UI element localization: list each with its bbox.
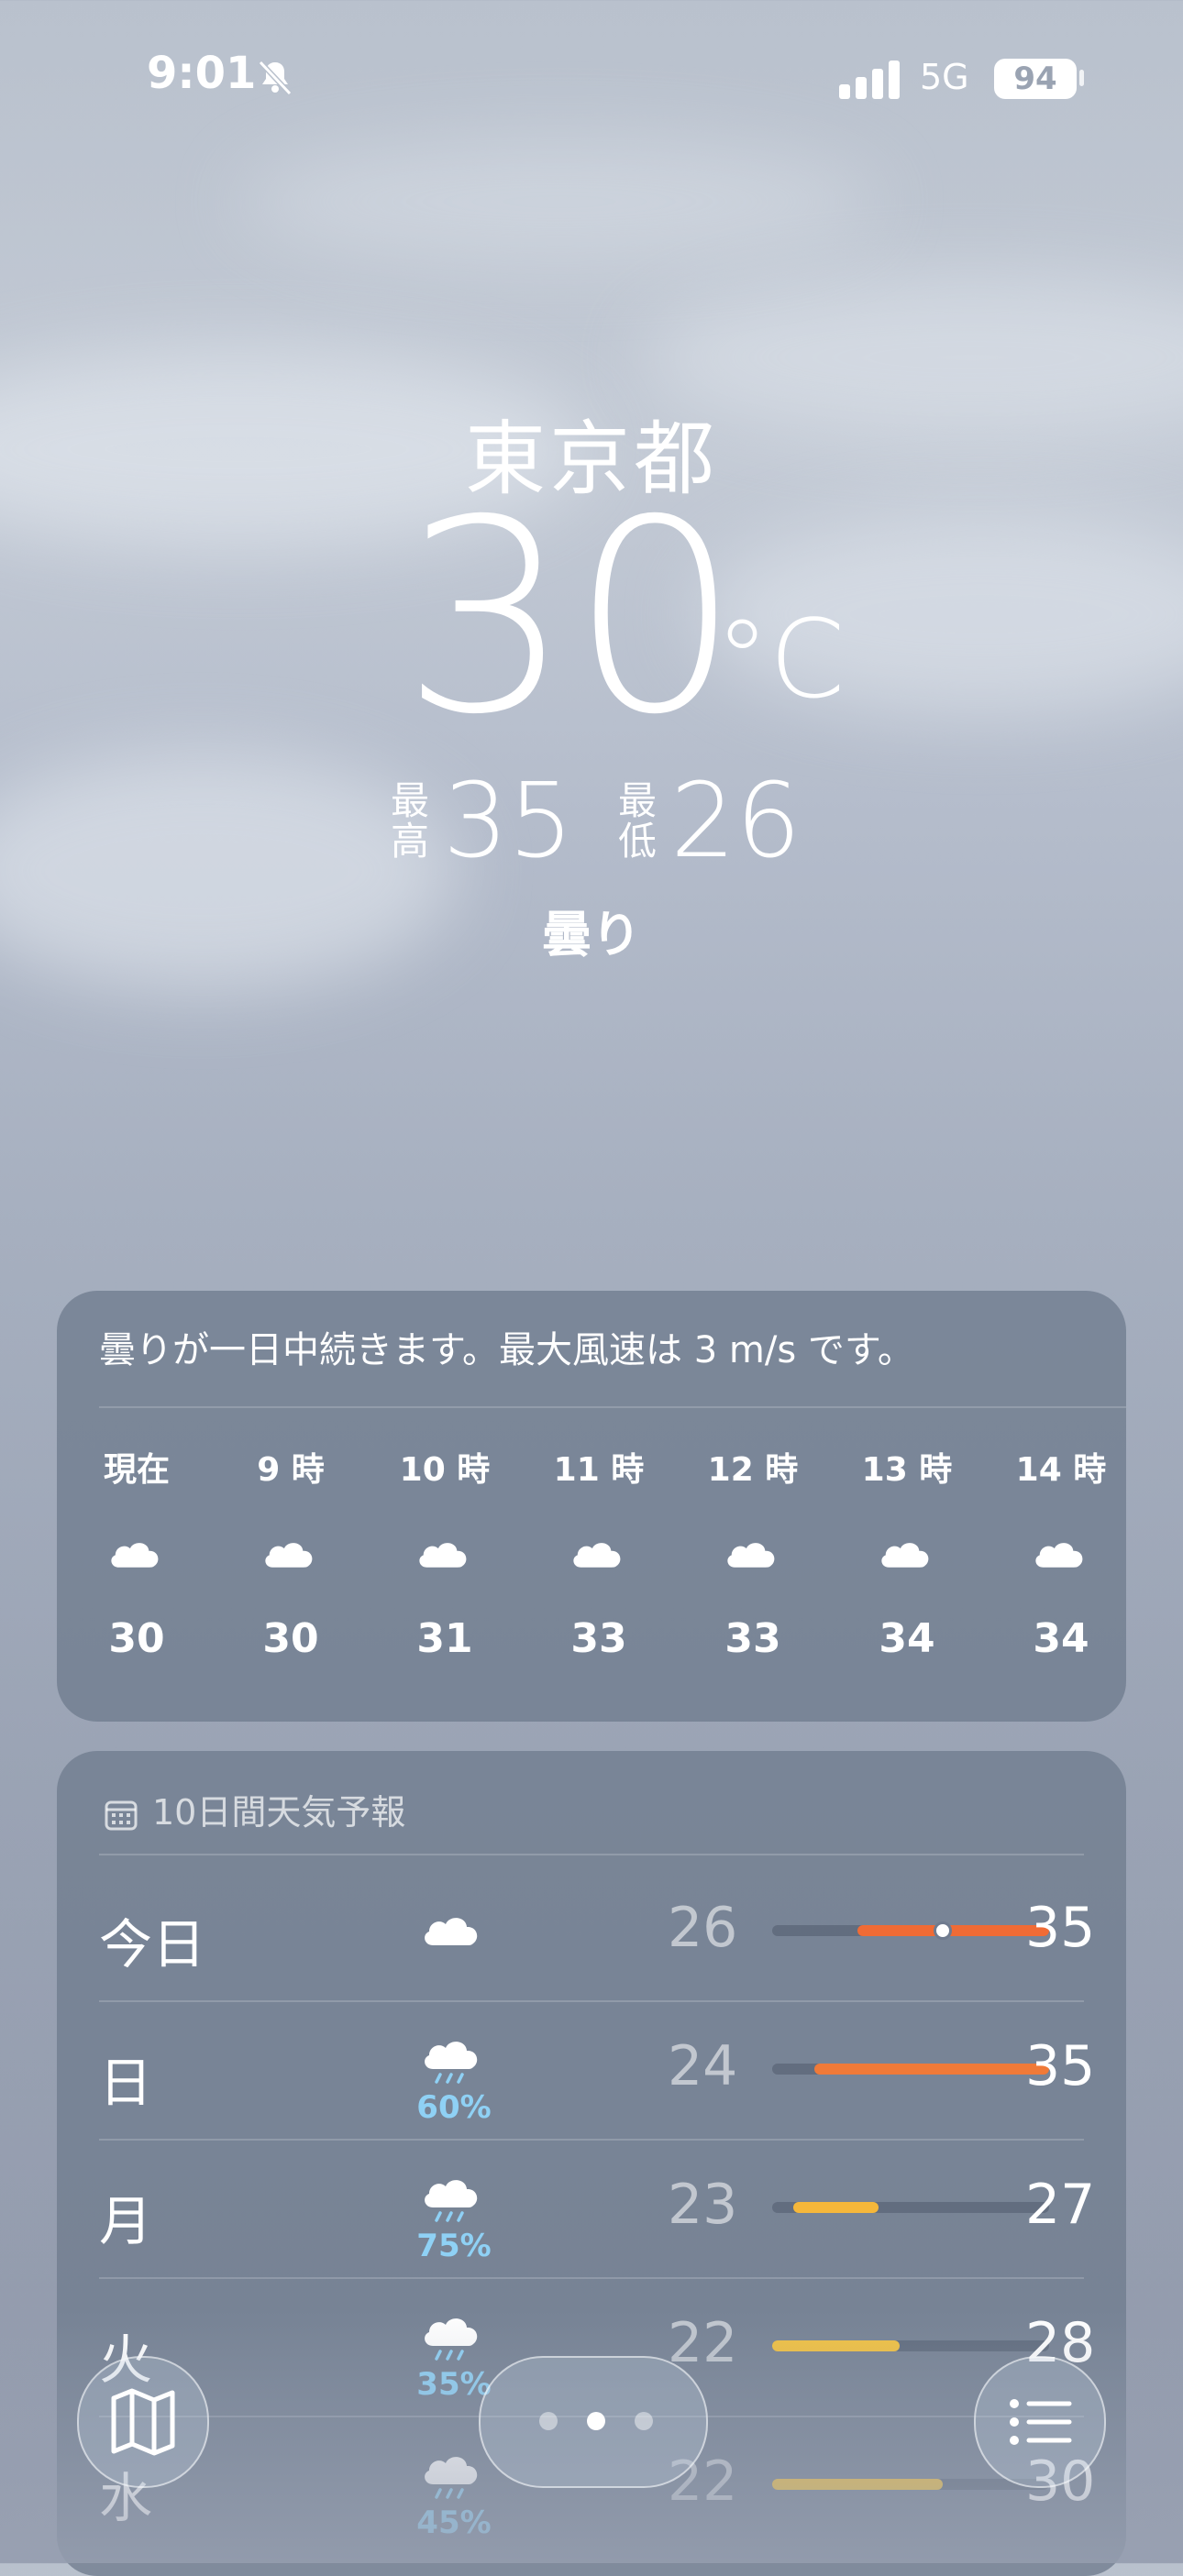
high-temp: 35 bbox=[1025, 1896, 1096, 1960]
current-temp-block: 30 °C bbox=[0, 486, 1183, 752]
low-temp: 23 bbox=[668, 2173, 738, 2237]
hour-temp: 33 bbox=[724, 1615, 781, 1662]
hour-temp: 30 bbox=[262, 1615, 319, 1662]
battery-icon: 94 bbox=[994, 59, 1077, 99]
temp-range-fill bbox=[857, 1925, 1049, 1936]
high-label: 最 高 bbox=[390, 778, 429, 864]
bell-slash-icon bbox=[258, 60, 293, 96]
cloud-icon bbox=[875, 1535, 939, 1577]
status-bar: 9:01 5G 94 bbox=[0, 0, 1183, 156]
cloud-icon bbox=[418, 1909, 488, 1960]
forecast-title-text: 10日間天気予報 bbox=[152, 1792, 406, 1833]
forecast-row[interactable]: 日 60% 24 35 bbox=[99, 2001, 1095, 2141]
hour-label: 14 時 bbox=[1015, 1451, 1107, 1489]
current-temp: 30 bbox=[402, 464, 741, 773]
high-temp: 35 bbox=[1025, 2034, 1096, 2098]
battery-nub bbox=[1079, 70, 1084, 86]
day-label: 月 bbox=[99, 2190, 153, 2252]
hour-temp: 33 bbox=[570, 1615, 627, 1662]
high-low: 最 高 35 最 低 26 bbox=[390, 762, 812, 881]
status-time: 9:01 bbox=[147, 48, 257, 99]
cloud-icon bbox=[721, 1535, 785, 1577]
battery-level: 94 bbox=[1013, 61, 1057, 97]
map-button[interactable] bbox=[77, 2356, 209, 2488]
day-label: 日 bbox=[99, 2052, 153, 2114]
page-indicator[interactable] bbox=[479, 2356, 708, 2488]
page-dot bbox=[539, 2412, 558, 2430]
forecast-title: 10日間天気予報 bbox=[105, 1784, 405, 1834]
temp-range-bar bbox=[772, 2064, 1049, 2075]
cloud-icon bbox=[1029, 1535, 1093, 1577]
hour-label: 現在 bbox=[103, 1451, 170, 1489]
low-temp: 26 bbox=[668, 1896, 738, 1960]
low-temp: 26 bbox=[670, 762, 802, 881]
divider bbox=[99, 1406, 1126, 1408]
hour-temp: 34 bbox=[879, 1615, 935, 1662]
signal-icon bbox=[839, 61, 900, 99]
condition-text: 曇り bbox=[542, 906, 641, 963]
current-temp-marker bbox=[933, 1921, 952, 1940]
high-temp: 27 bbox=[1025, 2173, 1096, 2237]
cloud-rain-icon bbox=[418, 2032, 488, 2084]
precip-chance: 75% bbox=[416, 2228, 492, 2264]
low-temp: 24 bbox=[668, 2034, 738, 2098]
high-temp: 35 bbox=[443, 762, 574, 881]
temp-range-bar bbox=[772, 2202, 1049, 2213]
page-dot bbox=[587, 2412, 605, 2430]
day-label: 今日 bbox=[99, 1913, 206, 1976]
forecast-summary: 曇りが一日中続きます。最大風速は 3 m/s です。 bbox=[99, 1329, 914, 1371]
hour-label: 9 時 bbox=[257, 1451, 325, 1489]
calendar-icon bbox=[105, 1800, 138, 1830]
hourly-forecast-card[interactable]: 曇りが一日中続きます。最大風速は 3 m/s です。 現在 30 9 時 30 10 時… bbox=[57, 1291, 1126, 1722]
temp-range-bar bbox=[772, 1921, 1049, 1940]
hour-label: 12 時 bbox=[707, 1451, 799, 1489]
hour-temp: 34 bbox=[1033, 1615, 1089, 1662]
cloud-icon bbox=[567, 1535, 631, 1577]
cloud-icon bbox=[413, 1535, 477, 1577]
forecast-row[interactable]: 今日 26 35 bbox=[99, 1863, 1095, 2002]
forecast-row[interactable]: 月 75% 23 27 bbox=[99, 2140, 1095, 2279]
hour-label: 10 時 bbox=[399, 1451, 491, 1489]
network-type: 5G bbox=[920, 57, 969, 97]
temp-range-fill bbox=[793, 2202, 879, 2213]
hour-label: 11 時 bbox=[553, 1451, 645, 1489]
divider bbox=[99, 1854, 1084, 1855]
hour-label: 13 時 bbox=[861, 1451, 953, 1489]
temp-range-fill bbox=[814, 2064, 1049, 2075]
cloud-icon bbox=[105, 1535, 169, 1577]
hour-temp: 31 bbox=[416, 1615, 473, 1662]
low-label: 最 低 bbox=[617, 778, 657, 864]
cloud-icon bbox=[259, 1535, 323, 1577]
list-icon bbox=[1010, 2399, 1072, 2445]
cloud-rain-icon bbox=[418, 2171, 488, 2222]
location-list-button[interactable] bbox=[974, 2356, 1106, 2488]
hour-temp: 30 bbox=[108, 1615, 165, 1662]
temp-unit: °C bbox=[715, 596, 846, 722]
precip-chance: 60% bbox=[416, 2089, 492, 2126]
page-dot bbox=[635, 2412, 653, 2430]
map-icon bbox=[111, 2388, 175, 2456]
